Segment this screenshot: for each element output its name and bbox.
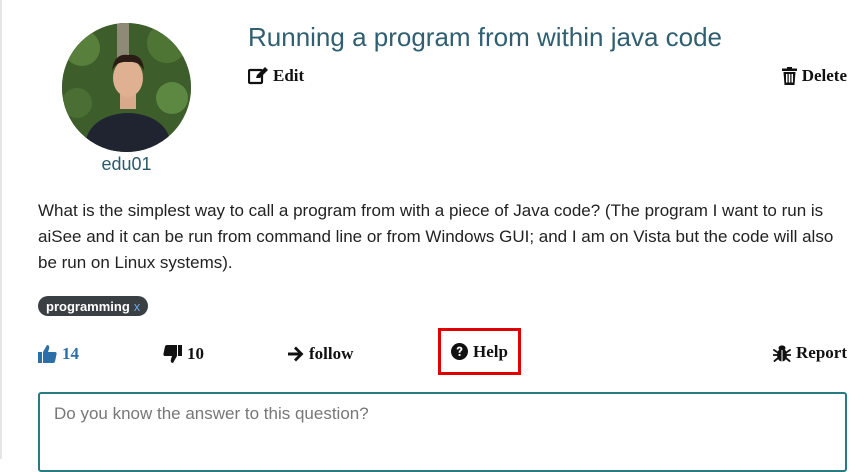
- help-button[interactable]: Help: [438, 328, 521, 375]
- bug-icon: [773, 345, 792, 362]
- tag-remove-button[interactable]: x: [134, 299, 141, 314]
- follow-button[interactable]: follow: [288, 344, 353, 364]
- avatar[interactable]: [62, 23, 191, 152]
- question-title: Running a program from within java code: [248, 22, 723, 52]
- tag-label: programming: [46, 298, 130, 314]
- edit-icon: [248, 67, 268, 85]
- downvote-count: 10: [187, 344, 204, 363]
- thumbs-up-icon: [38, 345, 57, 363]
- upvote-button[interactable]: 14: [38, 344, 79, 364]
- question-body: What is the simplest way to call a progr…: [38, 201, 834, 272]
- trash-icon: [781, 67, 797, 85]
- follow-label: follow: [309, 344, 354, 363]
- avatar-image: [62, 23, 191, 152]
- upvote-count: 14: [62, 344, 79, 363]
- help-label: Help: [473, 341, 508, 361]
- arrow-right-icon: [288, 346, 304, 362]
- edit-label: Edit: [273, 66, 305, 85]
- delete-button[interactable]: Delete: [781, 66, 847, 86]
- question-circle-icon: [451, 343, 469, 360]
- delete-label: Delete: [801, 66, 847, 85]
- report-label: Report: [796, 343, 847, 362]
- left-border: [0, 0, 2, 459]
- thumbs-down-icon: [163, 345, 182, 363]
- tag-programming[interactable]: programming x: [38, 296, 149, 316]
- answer-input[interactable]: [38, 392, 847, 472]
- report-button[interactable]: Report: [773, 343, 847, 363]
- downvote-button[interactable]: 10: [163, 344, 204, 364]
- author-username[interactable]: edu01: [62, 154, 191, 175]
- edit-button[interactable]: Edit: [248, 66, 304, 86]
